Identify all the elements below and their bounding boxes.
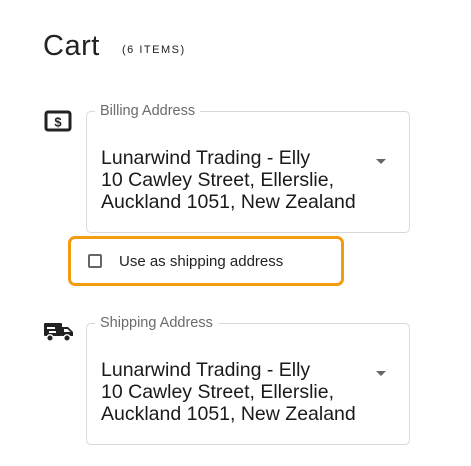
use-as-shipping-option[interactable]: Use as shipping address <box>68 236 344 286</box>
use-as-shipping-checkbox[interactable] <box>88 254 102 268</box>
billing-address-line: Lunarwind Trading - Elly <box>101 147 311 169</box>
delivery-truck-icon <box>44 320 74 344</box>
billing-address-legend: Billing Address <box>95 103 201 119</box>
use-as-shipping-label[interactable]: Use as shipping address <box>119 253 283 270</box>
item-count: (6 ITEMS) <box>122 44 186 56</box>
chevron-down-icon[interactable] <box>376 371 386 376</box>
billing-address-value: Lunarwind Trading - Elly 10 Cawley Stree… <box>101 147 356 213</box>
billing-address-line: 10 Cawley Street, Ellerslie, <box>101 169 335 191</box>
shipping-address-line: 10 Cawley Street, Ellerslie, <box>101 381 335 403</box>
billing-address-select[interactable]: Billing Address Lunarwind Trading - Elly… <box>86 103 410 233</box>
shipping-address-line: Auckland 1051, New Zealand <box>101 403 356 425</box>
shipping-address-legend: Shipping Address <box>95 315 218 331</box>
shipping-address-line: Lunarwind Trading - Elly <box>101 359 311 381</box>
chevron-down-icon[interactable] <box>376 159 386 164</box>
shipping-address-value: Lunarwind Trading - Elly 10 Cawley Stree… <box>101 359 356 425</box>
billing-address-line: Auckland 1051, New Zealand <box>101 191 356 213</box>
dollar-bill-icon: $ <box>44 110 74 134</box>
shipping-address-select[interactable]: Shipping Address Lunarwind Trading - Ell… <box>86 315 410 445</box>
svg-text:$: $ <box>54 115 62 130</box>
page-title: Cart <box>43 30 100 62</box>
